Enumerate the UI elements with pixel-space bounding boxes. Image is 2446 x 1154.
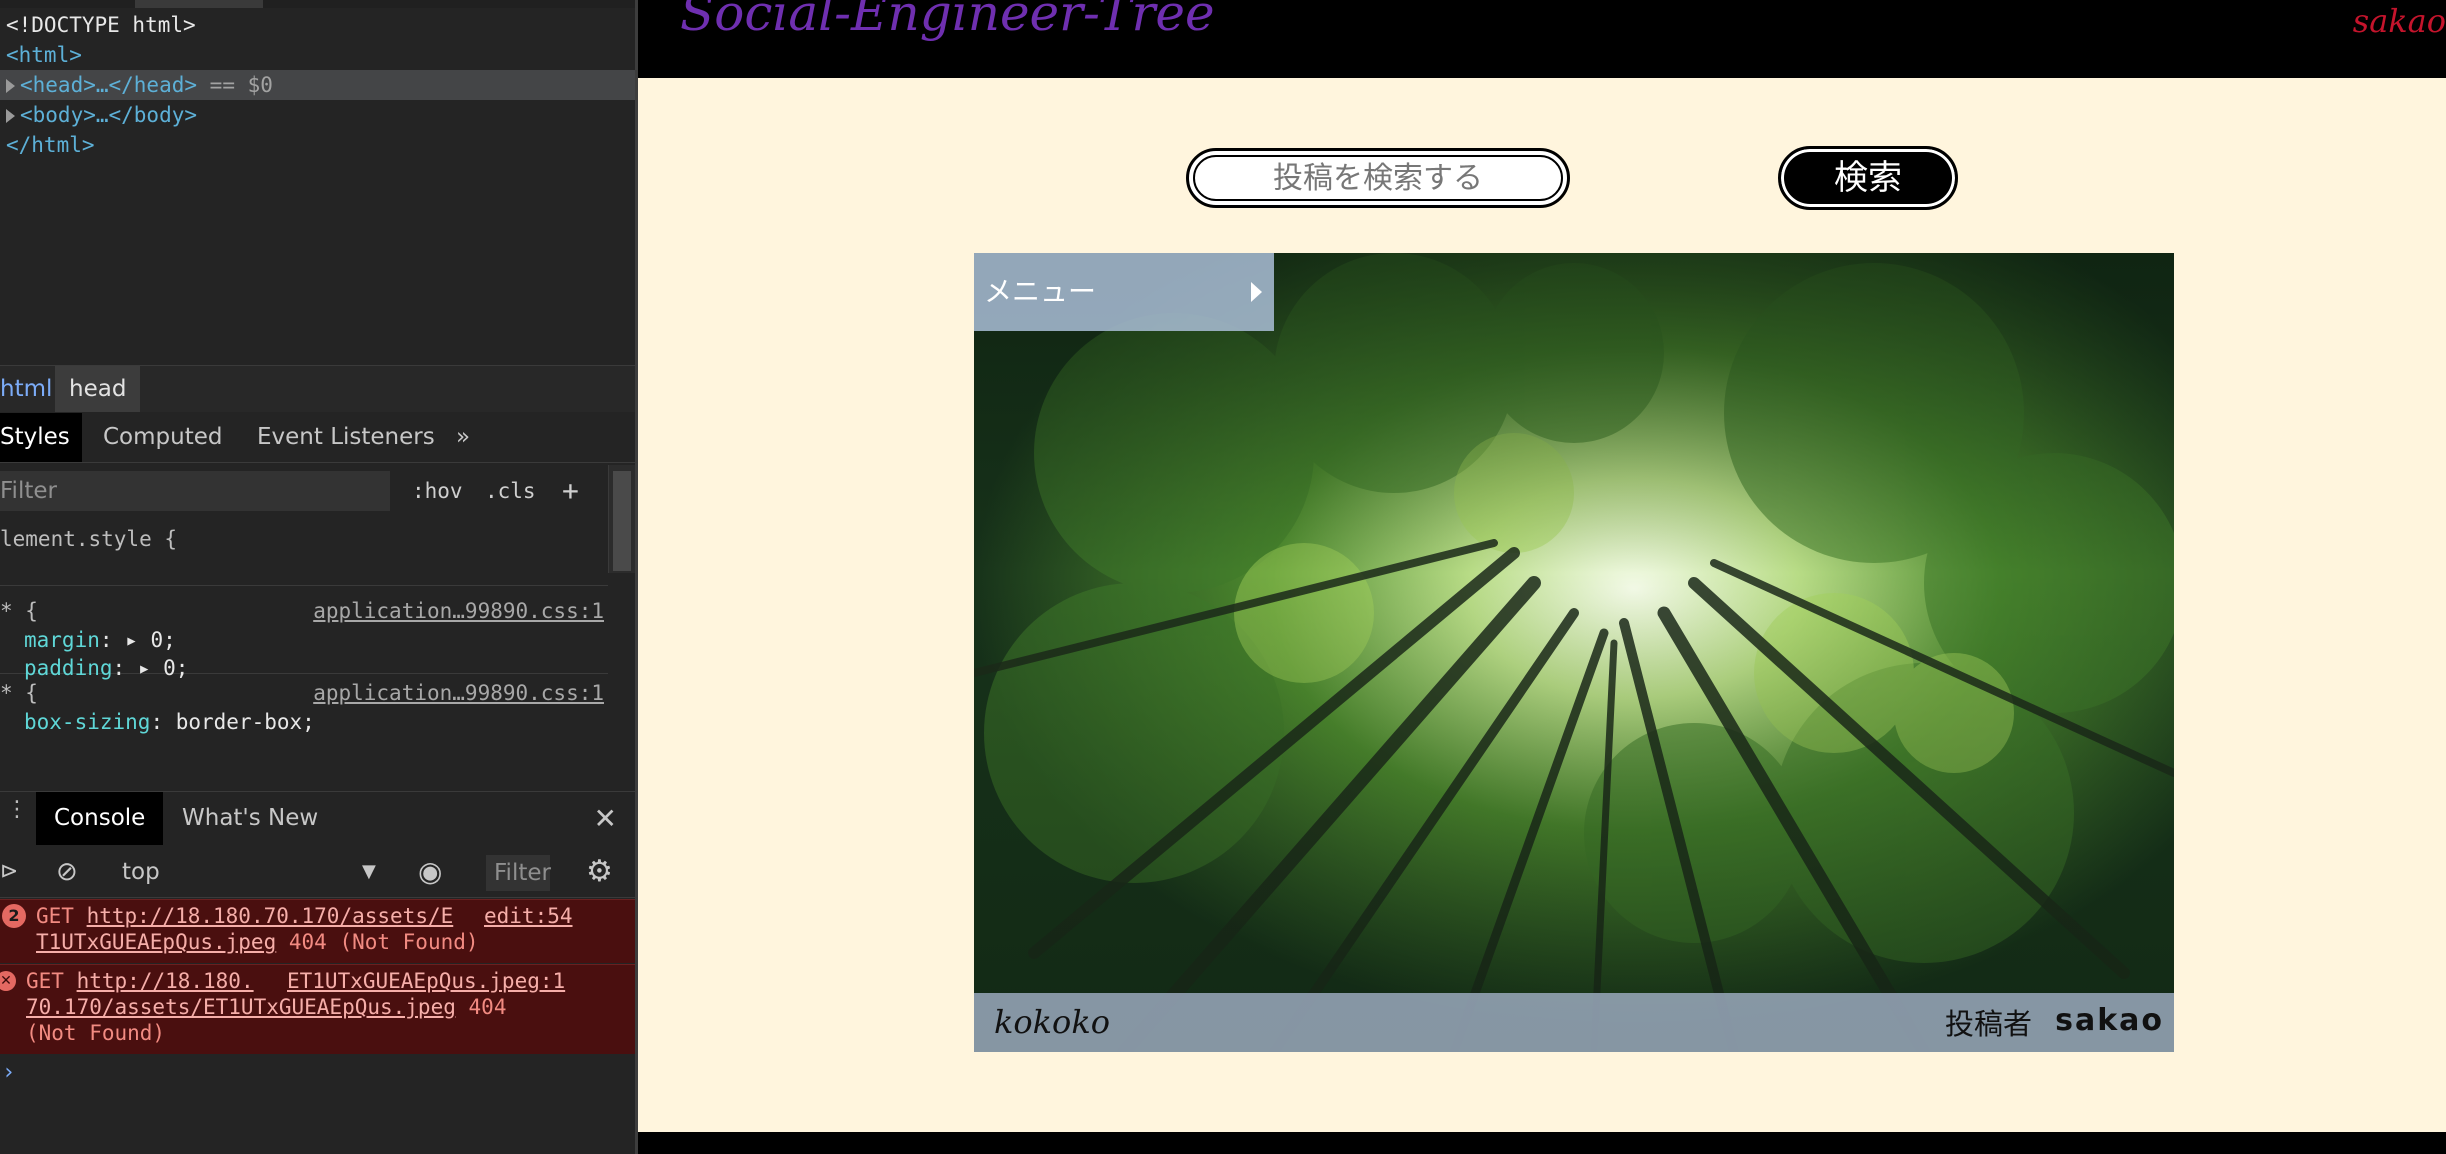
sidebar-toggle-icon[interactable]: ⊳ — [0, 846, 18, 898]
post-card[interactable]: メニュー kokoko 投稿者 sakao — [974, 253, 2174, 1052]
user-link[interactable]: sakao — [2353, 2, 2446, 40]
tab-console[interactable]: Console — [36, 792, 164, 845]
error-icon: ✕ — [0, 971, 16, 991]
rule-prop[interactable]: box-sizing: border-box; — [0, 708, 608, 736]
site-header: Social-Engineer-Tree sakao — [638, 0, 2446, 78]
expand-triangle-icon[interactable] — [6, 79, 15, 93]
selected-node-marker: == $0 — [209, 73, 273, 97]
post-footer: kokoko 投稿者 sakao — [974, 993, 2174, 1052]
error-status: 404 (Not Found) — [288, 930, 479, 954]
dom-html-open-text: <html> — [6, 43, 82, 67]
error-status-line: (Not Found) — [26, 1021, 166, 1045]
error-source-link[interactable]: ET1UTxGUEAEpQus.jpeg:1 — [287, 968, 565, 994]
devtools-panel: <!DOCTYPE html> <html> <head>…</head> ==… — [0, 0, 637, 1154]
rule-universal-1: * { application…99890.css:1 margin: ▸ 0;… — [0, 592, 608, 680]
rule-source-link[interactable]: application…99890.css:1 — [313, 678, 604, 708]
dom-body-text: <body>…</body> — [20, 103, 198, 127]
request-method: GET — [36, 904, 74, 928]
rule-prop[interactable]: margin: ▸ 0; — [0, 626, 608, 654]
dom-tree: <!DOCTYPE html> <html> <head>…</head> ==… — [0, 10, 637, 160]
request-url-link[interactable]: T1UTxGUEAEpQus.jpeg — [36, 930, 276, 954]
scrollbar-thumb[interactable] — [613, 471, 631, 571]
styles-filter-input[interactable]: Filter — [0, 471, 390, 511]
dom-html-close[interactable]: </html> — [0, 130, 637, 160]
breadcrumb-html[interactable]: html — [0, 366, 52, 412]
dom-doctype[interactable]: <!DOCTYPE html> — [0, 10, 637, 40]
add-rule-icon[interactable]: + — [562, 465, 579, 517]
error-line: T1UTxGUEAEpQus.jpeg 404 (Not Found) — [36, 929, 479, 955]
devtools-top-strip — [0, 0, 637, 8]
author-name[interactable]: sakao — [2055, 1003, 2164, 1038]
dom-html-open[interactable]: <html> — [0, 40, 637, 70]
error-line: 70.170/assets/ET1UTxGUEAEpQus.jpeg 404 — [26, 994, 506, 1020]
tab-event-listeners[interactable]: Event Listeners — [257, 413, 435, 462]
menu-label: メニュー — [984, 275, 1097, 308]
console-prompt[interactable]: › — [2, 1060, 15, 1085]
console-error-message: 2 GET http://18.180.70.170/assets/E edit… — [0, 899, 637, 963]
styles-scrollbar[interactable] — [608, 465, 636, 573]
author-label: 投稿者 — [1944, 1007, 2032, 1041]
error-source-link[interactable]: edit:54 — [484, 903, 573, 929]
request-url-link[interactable]: http://18.180.70.170/assets/E — [87, 904, 454, 928]
search-button[interactable]: 検索 — [1778, 146, 1958, 210]
console-filter-input[interactable]: Filter — [486, 855, 551, 891]
error-count-badge: 2 — [2, 904, 26, 928]
rule-source-link[interactable]: application…99890.css:1 — [313, 596, 604, 626]
rule-selector: lement.style { — [0, 527, 178, 551]
error-status: 404 — [468, 995, 507, 1019]
request-url-link[interactable]: 70.170/assets/ET1UTxGUEAEpQus.jpeg — [26, 995, 456, 1019]
tab-styles[interactable]: Styles — [0, 413, 82, 462]
dom-head-node[interactable]: <head>…</head> == $0 — [0, 70, 637, 100]
chevron-right-icon — [1251, 282, 1262, 302]
close-icon[interactable]: ✕ — [594, 792, 617, 845]
error-line: GET http://18.180.70.170/assets/E — [36, 903, 453, 929]
dom-doctype-text: <!DOCTYPE html> — [6, 13, 196, 37]
breadcrumb: html head — [0, 365, 637, 412]
chevron-down-icon[interactable]: ▼ — [362, 846, 376, 898]
menu-toggle[interactable]: メニュー — [974, 253, 1274, 331]
styles-filter-row: Filter :hov .cls + — [0, 465, 610, 517]
search-input[interactable] — [1189, 151, 1567, 205]
console-drawer-tabbar: ⋮ Console What's New ✕ — [0, 791, 637, 845]
expand-triangle-icon[interactable] — [6, 109, 15, 123]
cls-toggle[interactable]: .cls — [485, 465, 536, 517]
context-select[interactable]: top — [122, 846, 160, 898]
breadcrumb-head[interactable]: head — [55, 366, 141, 412]
style-rules: lement.style { * { application…99890.css… — [0, 520, 608, 734]
more-tabs-icon[interactable]: » — [456, 413, 470, 462]
dom-head-text: <head>…</head> — [20, 73, 198, 97]
active-tab-indicator — [135, 0, 263, 8]
kebab-menu-icon[interactable]: ⋮ — [6, 799, 28, 821]
console-toolbar: ⊳ ⊘ top ▼ ◉ Filter ⚙ — [0, 846, 637, 898]
web-page: Social-Engineer-Tree sakao 検索 — [638, 0, 2446, 1154]
search-field — [1186, 148, 1570, 208]
error-line: GET http://18.180. — [26, 968, 254, 994]
tab-whats-new[interactable]: What's New — [182, 792, 318, 845]
site-title[interactable]: Social-Engineer-Tree — [680, 0, 1215, 42]
styles-tabbar: Styles Computed Event Listeners » — [0, 413, 637, 463]
forest-photo — [974, 253, 2174, 1052]
request-method: GET — [26, 969, 64, 993]
dom-html-close-text: </html> — [6, 133, 95, 157]
rule-universal-2: * { application…99890.css:1 box-sizing: … — [0, 674, 608, 734]
tab-computed[interactable]: Computed — [103, 413, 222, 462]
dom-body-node[interactable]: <body>…</body> — [0, 100, 637, 130]
gear-icon[interactable]: ⚙ — [586, 846, 613, 898]
eye-icon[interactable]: ◉ — [418, 846, 442, 898]
clear-console-icon[interactable]: ⊘ — [56, 846, 78, 898]
post-title[interactable]: kokoko — [994, 1003, 1110, 1041]
console-error-message: ✕ GET http://18.180. ET1UTxGUEAEpQus.jpe… — [0, 964, 637, 1054]
hov-toggle[interactable]: :hov — [412, 465, 463, 517]
site-footer-bar — [638, 1132, 2446, 1154]
request-url-link[interactable]: http://18.180. — [77, 969, 254, 993]
rule-element-style: lement.style { — [0, 520, 608, 586]
